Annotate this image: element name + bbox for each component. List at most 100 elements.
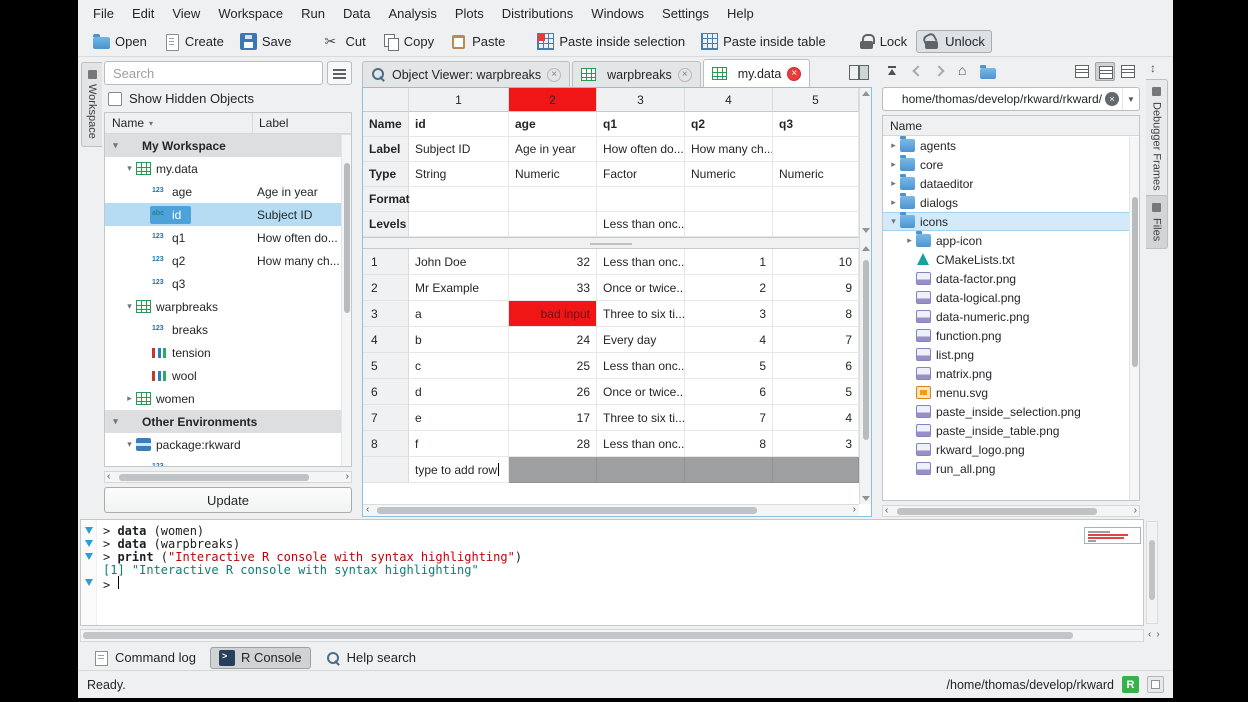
file-row[interactable]: data-numeric.png	[883, 307, 1139, 326]
file-row[interactable]: ▸ dialogs	[883, 193, 1139, 212]
grid-cell[interactable]: How often do...	[597, 137, 685, 162]
list-options-button[interactable]	[327, 61, 352, 85]
grid-cell[interactable]: Numeric	[509, 162, 597, 187]
meta-row-header[interactable]: Format	[363, 187, 409, 212]
back-button[interactable]	[908, 63, 924, 79]
copy-button[interactable]: Copy	[375, 30, 441, 53]
expander-icon[interactable]: ▾	[123, 439, 136, 450]
save-button[interactable]: Save	[233, 30, 299, 53]
close-tab-icon[interactable]: ×	[787, 67, 801, 81]
file-row[interactable]: menu.svg	[883, 383, 1139, 402]
help-search-tab[interactable]: Help search	[316, 647, 425, 669]
file-row[interactable]: list.png	[883, 345, 1139, 364]
row-header[interactable]	[363, 457, 409, 483]
object-tree-row[interactable]: ▾ My Workspace	[105, 134, 351, 157]
column-header-1[interactable]: 1	[409, 88, 509, 112]
meta-row-header[interactable]: Type	[363, 162, 409, 187]
grid-cell[interactable]	[685, 187, 773, 212]
grid-cell[interactable]: Numeric	[773, 162, 859, 187]
file-row[interactable]: run_all.png	[883, 459, 1139, 478]
scroll-left-icon[interactable]: ‹	[1148, 630, 1151, 640]
console-prompt-line[interactable]: >	[103, 576, 119, 592]
grid-cell[interactable]: 5	[773, 379, 859, 405]
chevron-down-icon[interactable]: ▼	[1122, 88, 1139, 110]
menu-item[interactable]: Edit	[123, 3, 163, 24]
grid-cell[interactable]: Once or twice...	[597, 379, 685, 405]
dock-arrange-icon[interactable]: ↕	[1150, 61, 1156, 75]
meta-row-header[interactable]: Name	[363, 112, 409, 137]
file-row[interactable]: function.png	[883, 326, 1139, 345]
file-tree-vscrollbar[interactable]	[1129, 137, 1139, 500]
expander-icon[interactable]: ▾	[887, 216, 900, 227]
unlock-button[interactable]: Unlock	[916, 30, 992, 53]
grid-cell[interactable]: 9	[773, 275, 859, 301]
grid-cell[interactable]: 3	[773, 431, 859, 457]
grid-cell[interactable]: Subject ID	[409, 137, 509, 162]
object-tree-row[interactable]	[105, 456, 351, 466]
row-header[interactable]: 5	[363, 353, 409, 379]
menu-item[interactable]: Settings	[653, 3, 718, 24]
grid-cell[interactable]: Three to six ti...	[597, 301, 685, 327]
short-view-button[interactable]	[1072, 62, 1092, 81]
grid-cell[interactable]: Factor	[597, 162, 685, 187]
lock-button[interactable]: Lock	[851, 30, 914, 53]
object-tree-row[interactable]: ▾ Other Environments	[105, 410, 351, 433]
menu-item[interactable]: File	[84, 3, 123, 24]
row-header[interactable]: 6	[363, 379, 409, 405]
grid-cell[interactable]: John Doe	[409, 249, 509, 275]
expander-icon[interactable]: ▸	[903, 235, 916, 246]
workspace-dock-tab[interactable]: Workspace	[81, 62, 102, 147]
show-hidden-checkbox[interactable]	[108, 92, 122, 106]
grid-cell[interactable]	[409, 212, 509, 237]
object-tree-row[interactable]: ▸ women	[105, 387, 351, 410]
meta-data-splitter[interactable]	[363, 237, 859, 249]
forward-button[interactable]	[932, 63, 948, 79]
grid-cell[interactable]: 8	[685, 431, 773, 457]
row-header[interactable]: 4	[363, 327, 409, 353]
open-button[interactable]: Open	[86, 30, 154, 52]
tab-object-viewer-warpbreaks[interactable]: Object Viewer: warpbreaks ×	[362, 61, 570, 87]
file-row[interactable]: paste_inside_table.png	[883, 421, 1139, 440]
row-header[interactable]: 3	[363, 301, 409, 327]
console-hscrollbar[interactable]	[80, 629, 1144, 642]
clear-path-icon[interactable]: ×	[1105, 92, 1119, 106]
object-tree-row[interactable]: age Age in year	[105, 180, 351, 203]
cut-button[interactable]: Cut	[316, 30, 372, 53]
grid-cell[interactable]: b	[409, 327, 509, 353]
files-dock-tab[interactable]: Files	[1146, 195, 1168, 249]
command-log-tab[interactable]: Command log	[84, 647, 205, 669]
grid-cell[interactable]: 26	[509, 379, 597, 405]
show-hidden-row[interactable]: Show Hidden Objects	[104, 89, 352, 108]
expander-icon[interactable]: ▸	[123, 393, 136, 404]
object-tree-row[interactable]: q2 How many ch...	[105, 249, 351, 272]
menu-item[interactable]: Analysis	[379, 3, 445, 24]
grid-cell[interactable]: 32	[509, 249, 597, 275]
grid-cell[interactable]: Less than onc...	[597, 249, 685, 275]
menu-item[interactable]: View	[163, 3, 209, 24]
grid-cell[interactable]: f	[409, 431, 509, 457]
grid-cell[interactable]: 4	[685, 327, 773, 353]
grid-cell[interactable]: Every day	[597, 327, 685, 353]
grid-cell[interactable]	[773, 187, 859, 212]
grid-cell[interactable]: 4	[773, 405, 859, 431]
menu-item[interactable]: Run	[292, 3, 334, 24]
close-tab-icon[interactable]: ×	[678, 68, 692, 82]
menu-item[interactable]: Distributions	[493, 3, 583, 24]
debugger-frames-dock-tab[interactable]: Debugger Frames	[1146, 79, 1168, 199]
go-up-button[interactable]	[884, 63, 900, 79]
row-header[interactable]: 1	[363, 249, 409, 275]
close-tab-icon[interactable]: ×	[547, 68, 561, 82]
tab-my-data[interactable]: my.data ×	[703, 59, 811, 87]
grid-cell[interactable]: Less than onc...	[597, 353, 685, 379]
tree-view-button[interactable]	[1095, 62, 1115, 81]
column-header-5[interactable]: 5	[773, 88, 859, 112]
object-tree-row[interactable]: ▾ warpbreaks	[105, 295, 351, 318]
scrollbar-minimap[interactable]	[1084, 527, 1141, 544]
row-header[interactable]: 7	[363, 405, 409, 431]
row-header[interactable]: 2	[363, 275, 409, 301]
grid-cell[interactable]: Numeric	[685, 162, 773, 187]
expander-icon[interactable]: ▸	[887, 140, 900, 151]
file-row[interactable]: ▸ agents	[883, 136, 1139, 155]
paste-button[interactable]: Paste	[443, 30, 512, 53]
split-view-button[interactable]	[848, 64, 868, 80]
